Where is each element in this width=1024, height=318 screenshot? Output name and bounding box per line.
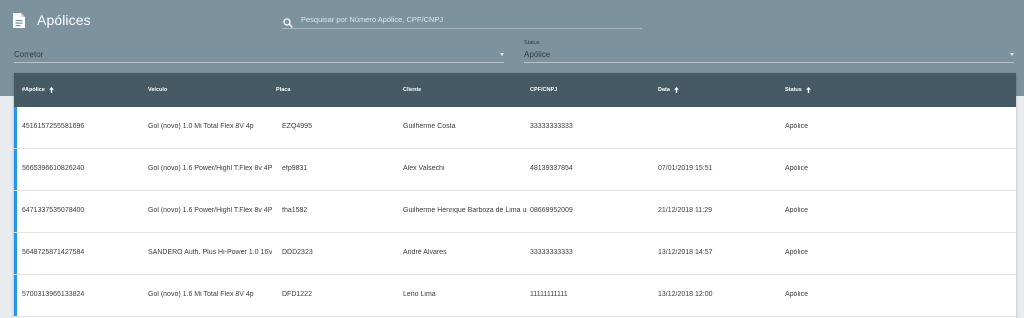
table-header: #Apólice Veículo Placa Cliente CPF/CNPJ … [14,73,1016,107]
cell-veiculo: SANDERO Auth. Plus Hi-Power 1.0 16V... [148,249,272,256]
cell-apolice: 4516157255581696 [22,123,85,130]
column-header-cpf[interactable]: CPF/CNPJ [530,87,557,93]
column-label: Veículo [148,87,168,93]
chevron-down-icon [1010,53,1014,56]
table-row[interactable]: 5665396610826240 Gol (novo) 1.6 Power/Hi… [14,149,1016,191]
search-icon [283,15,293,28]
cell-cpf: 11111111111 [530,291,568,298]
row-accent [14,233,17,274]
cell-veiculo: Gol (novo) 1.0 Mi Total Flex 8V 4p [148,123,254,130]
column-header-veiculo[interactable]: Veículo [148,87,167,93]
cell-cliente: Guilherme Costa [403,123,456,130]
column-label: Placa [276,87,291,93]
status-label: Status [524,40,540,46]
cell-cpf: 48139337854 [530,165,573,172]
search-bar[interactable] [282,11,642,29]
cell-apolice: 5700313965133824 [22,291,85,298]
cell-status: Apólice [785,291,808,298]
cell-cpf: 33333333333 [530,249,573,256]
status-value: Apólice [524,50,551,59]
column-header-status[interactable]: Status [785,87,811,93]
cell-placa: fha1582 [282,207,308,214]
cell-placa: efp9831 [282,165,308,172]
table-row[interactable]: 6471337535078400 Gol (novo) 1.6 Power/Hi… [14,191,1016,233]
status-select[interactable]: Status Apólice [524,40,1014,63]
page-title: Apólices [37,12,91,28]
row-accent [14,149,17,190]
chevron-down-icon [500,53,504,56]
search-input[interactable] [301,15,631,24]
column-label: Data [658,87,670,93]
column-header-cliente[interactable]: Cliente [403,87,421,93]
cell-apolice: 5665396610826240 [22,165,85,172]
corretor-select[interactable]: Corretor [14,43,504,63]
column-header-placa[interactable]: Placa [276,87,290,93]
column-header-apolice[interactable]: #Apólice [22,87,54,93]
column-header-data[interactable]: Data [658,87,679,93]
cell-veiculo: Gol (novo) 1.6 Power/Highl T.Flex 8v 4P [148,207,272,214]
cell-placa: DDD2323 [282,249,313,256]
column-label: #Apólice [22,87,45,93]
cell-status: Apólice [785,207,808,214]
cell-status: Apólice [785,165,808,172]
cell-veiculo: Gol (novo) 1.6 Mi Total Flex 8V 4p [148,291,254,298]
cell-status: Apólice [785,249,808,256]
table-row[interactable]: 5700313965133824 Gol (novo) 1.6 Mi Total… [14,275,1016,317]
row-accent [14,107,17,148]
cell-cliente: Alex Valsechi [403,165,445,172]
arrow-up-icon [48,87,54,93]
cell-data: 07/01/2019 15:51 [658,165,713,172]
row-accent [14,275,17,316]
column-label: CPF/CNPJ [530,87,558,93]
corretor-value: Corretor [14,50,44,59]
table-row[interactable]: 5648725871427584 SANDERO Auth. Plus Hi-P… [14,233,1016,275]
cell-placa: EZQ4995 [282,123,312,130]
cell-data: 13/12/2018 12:00 [658,291,713,298]
policies-table: #Apólice Veículo Placa Cliente CPF/CNPJ … [14,73,1016,318]
cell-cpf: 33333333333 [530,123,573,130]
cell-veiculo: Gol (novo) 1.6 Power/Highl T.Flex 8v 4P [148,165,272,172]
arrow-up-icon [805,87,811,93]
title-area: Apólices [13,12,91,28]
row-accent [14,191,17,232]
table-row[interactable]: 4516157255581696 Gol (novo) 1.0 Mi Total… [14,107,1016,149]
cell-cpf: 08669952009 [530,207,573,214]
column-label: Cliente [403,87,422,93]
cell-cliente: Guilherme Henrique Barboza de Lima ui [403,207,527,214]
cell-status: Apólice [785,123,808,130]
cell-apolice: 5648725871427584 [22,249,85,256]
arrow-up-icon [673,87,679,93]
cell-placa: DFD1222 [282,291,312,298]
cell-apolice: 6471337535078400 [22,207,85,214]
cell-data: 21/12/2018 11:29 [658,207,712,214]
column-label: Status [785,87,802,93]
cell-cliente: Leno Lima [403,291,436,298]
cell-data: 13/12/2018 14:57 [658,249,713,256]
document-icon [13,12,25,28]
cell-cliente: André Alvares [403,249,447,256]
